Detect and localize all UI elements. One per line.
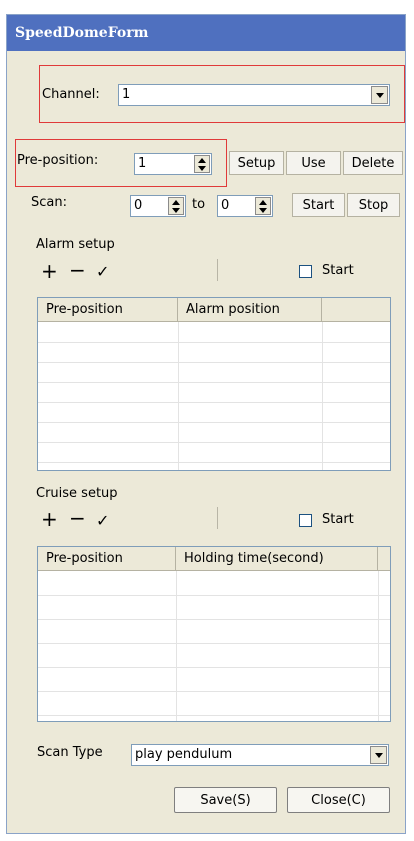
spinner-arrows-icon[interactable] [194, 155, 210, 173]
alarm-setup-title: Alarm setup [36, 237, 115, 252]
check-icon[interactable]: ✓ [96, 262, 109, 282]
delete-button[interactable]: Delete [343, 151, 403, 175]
grid-row-line [38, 691, 390, 692]
preposition-label: Pre-position: [17, 153, 99, 168]
plus-icon[interactable]: + [41, 509, 58, 529]
grid-row-line [38, 402, 390, 403]
grid-row-line [38, 422, 390, 423]
save-button[interactable]: Save(S) [174, 787, 277, 813]
toolbar-separator [217, 259, 218, 281]
scan-from-value: 0 [134, 198, 143, 213]
grid-row-line [38, 462, 390, 463]
chevron-down-icon[interactable] [370, 746, 387, 764]
window-title: SpeedDomeForm [7, 15, 405, 51]
close-button[interactable]: Close(C) [287, 787, 390, 813]
grid-row-line [38, 667, 390, 668]
column-header-preposition[interactable]: Pre-position [38, 547, 176, 571]
toolbar-separator [217, 507, 218, 529]
grid-row-line [38, 715, 390, 716]
channel-select[interactable]: 1 [118, 84, 390, 106]
grid-row-line [38, 595, 390, 596]
chevron-down-icon[interactable] [371, 86, 388, 104]
grid-row-line [38, 342, 390, 343]
alarm-table[interactable]: Pre-position Alarm position [37, 297, 391, 471]
grid-row-line [38, 619, 390, 620]
grid-column-line [178, 322, 179, 470]
cruise-setup-title: Cruise setup [36, 486, 118, 501]
speed-dome-window: SpeedDomeForm Channel: 1 Pre-position: 1… [6, 14, 406, 834]
minus-icon[interactable]: − [69, 260, 86, 280]
grid-row-line [38, 442, 390, 443]
spinner-arrows-icon[interactable] [255, 197, 271, 215]
check-icon[interactable]: ✓ [96, 511, 109, 531]
channel-label: Channel: [42, 87, 100, 102]
scan-to-label: to [192, 197, 206, 212]
scan-start-button[interactable]: Start [292, 193, 345, 217]
grid-row-line [38, 362, 390, 363]
channel-value: 1 [122, 87, 131, 102]
scan-type-value: play pendulum [135, 747, 233, 762]
spinner-arrows-icon[interactable] [168, 197, 184, 215]
scan-type-label: Scan Type [37, 745, 103, 760]
minus-icon[interactable]: − [69, 508, 86, 528]
column-header-filler [322, 298, 390, 322]
grid-column-line [322, 322, 323, 470]
grid-row-line [38, 382, 390, 383]
scan-to-spinner[interactable]: 0 [217, 195, 273, 217]
grid-row-line [38, 643, 390, 644]
preposition-spinner[interactable]: 1 [134, 153, 212, 175]
setup-button[interactable]: Setup [229, 151, 284, 175]
cruise-start-label: Start [322, 512, 354, 527]
preposition-value: 1 [138, 156, 147, 171]
plus-icon[interactable]: + [41, 261, 58, 281]
column-header-alarm-position[interactable]: Alarm position [178, 298, 322, 322]
use-button[interactable]: Use [286, 151, 341, 175]
scan-label: Scan: [31, 195, 67, 210]
cruise-table[interactable]: Pre-position Holding time(second) [37, 546, 391, 722]
grid-column-line [176, 571, 177, 721]
column-header-filler [378, 547, 390, 571]
scan-stop-button[interactable]: Stop [347, 193, 400, 217]
scan-to-value: 0 [221, 198, 230, 213]
column-header-holding-time[interactable]: Holding time(second) [176, 547, 378, 571]
alarm-start-checkbox[interactable] [299, 265, 312, 278]
grid-column-line [378, 571, 379, 721]
scan-type-select[interactable]: play pendulum [131, 744, 389, 766]
column-header-preposition[interactable]: Pre-position [38, 298, 178, 322]
cruise-start-checkbox[interactable] [299, 514, 312, 527]
alarm-start-label: Start [322, 263, 354, 278]
scan-from-spinner[interactable]: 0 [130, 195, 186, 217]
